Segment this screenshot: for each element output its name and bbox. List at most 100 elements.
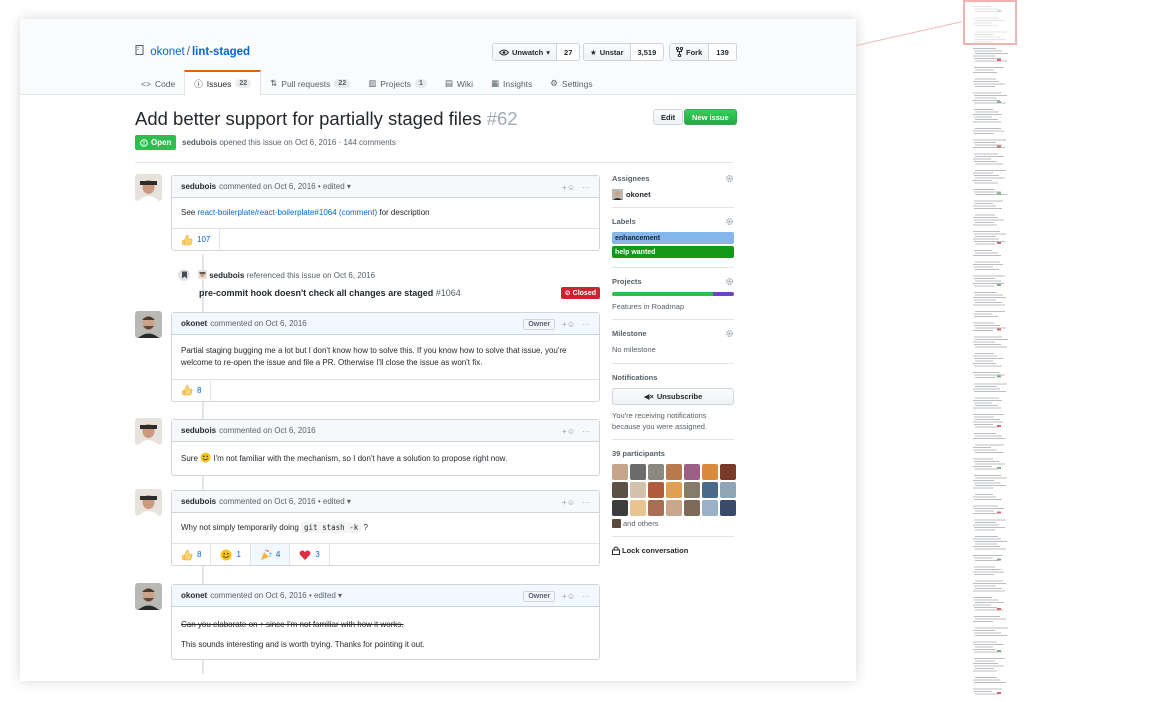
reaction-thumbs-up[interactable]: 107	[172, 229, 221, 251]
participant-avatar[interactable]	[648, 482, 664, 498]
add-reaction-icon[interactable]: +☺	[562, 320, 575, 329]
participant-avatar[interactable]	[630, 464, 646, 480]
participant-avatar[interactable]	[612, 519, 621, 529]
comment-author-link[interactable]: sedubois	[181, 497, 216, 506]
projects-heading[interactable]: Projects	[612, 277, 734, 286]
lock-conversation-link[interactable]: Lock conversation	[612, 546, 734, 556]
participant-avatar[interactable]	[702, 464, 718, 480]
issue-author-link[interactable]: sedubois	[182, 138, 217, 147]
fork-button[interactable]: Fork	[670, 44, 710, 60]
comment-meta[interactable]: commented on Oct 6, 2016	[210, 319, 307, 328]
edit-button[interactable]: Edit	[653, 109, 684, 125]
add-reaction-icon[interactable]: +☺	[562, 183, 575, 192]
participant-avatar[interactable]	[630, 500, 646, 516]
forks-count[interactable]: 139	[709, 44, 736, 60]
comment-meta[interactable]: commented on Oct 6, 2016 • edited ▾	[219, 182, 351, 191]
participant-avatar[interactable]	[684, 482, 700, 498]
comment-author-link[interactable]: okonet	[181, 319, 207, 328]
assignees-heading[interactable]: Assignees	[612, 174, 734, 183]
repo-name-link[interactable]: lint-staged	[192, 46, 250, 58]
participant-avatar[interactable]	[702, 482, 718, 498]
add-reaction-icon[interactable]: +☺	[562, 427, 575, 436]
issue-reference-link[interactable]: react-boilerplate/react-boilerplate#1064	[197, 208, 336, 217]
comment-header: sedubois commented on Oct 6, 2016 • edit…	[172, 491, 599, 513]
participant-avatar[interactable]	[702, 500, 718, 516]
reaction-thumbs-up[interactable]: 8	[172, 379, 212, 401]
project-name[interactable]: Features in Roadmap	[612, 301, 734, 312]
comment-author-link[interactable]: okonet	[181, 591, 207, 600]
reaction-smile[interactable]: 1	[211, 544, 251, 566]
minimap-viewport-indicator[interactable]	[963, 0, 1017, 45]
page-minimap[interactable]	[963, 0, 1017, 700]
tab-settings[interactable]: ⚙ Settings	[541, 70, 601, 95]
participant-avatar[interactable]	[720, 500, 736, 516]
participant-avatar[interactable]	[648, 464, 664, 480]
add-reaction-icon[interactable]: +☺	[562, 592, 575, 601]
participant-avatar[interactable]	[666, 500, 682, 516]
kebab-icon[interactable]: ···	[582, 320, 590, 329]
comment-author-link[interactable]: sedubois	[181, 426, 216, 435]
gear-icon[interactable]	[725, 277, 734, 286]
tab-wiki[interactable]: ▤ Wiki	[436, 70, 482, 95]
avatar-okonet[interactable]	[135, 583, 162, 610]
kebab-icon[interactable]: ···	[582, 498, 590, 507]
participant-avatar[interactable]	[612, 482, 628, 498]
reference-author-link[interactable]: sedubois	[209, 271, 244, 280]
label-help-wanted[interactable]: help wanted	[612, 246, 734, 258]
add-reaction-icon[interactable]: +☺	[562, 498, 575, 507]
participant-avatar[interactable]	[684, 500, 700, 516]
avatar-sedubois-small[interactable]	[198, 270, 207, 279]
reference-title-text[interactable]: pre-commit hook doesn't check all change…	[199, 288, 433, 298]
labels-heading[interactable]: Labels	[612, 217, 734, 226]
gear-icon[interactable]	[725, 174, 734, 183]
tab-projects[interactable]: ▥ Projects 1	[359, 70, 436, 95]
participants-more[interactable]: and others	[612, 518, 734, 529]
unsubscribe-button[interactable]: ◀× Unsubscribe	[612, 387, 734, 405]
reaction-thumbs-up[interactable]: 8	[172, 544, 212, 566]
participant-avatar[interactable]	[612, 500, 628, 516]
repo-owner-link[interactable]: okonet	[150, 46, 185, 58]
participant-avatar[interactable]	[720, 464, 736, 480]
git-pull-request-icon: ⇅	[270, 78, 278, 88]
avatar-sedubois[interactable]	[135, 489, 162, 516]
participant-avatar[interactable]	[630, 482, 646, 498]
tab-insights[interactable]: ▦ Insights	[482, 70, 541, 95]
new-issue-button[interactable]: New issue	[684, 109, 737, 125]
participant-avatar[interactable]	[612, 464, 628, 480]
watchers-count[interactable]: 27	[557, 44, 579, 60]
avatar-sedubois[interactable]	[135, 418, 162, 445]
reaction-count: 107	[197, 235, 211, 245]
repo-title: okonet / lint-staged	[135, 45, 250, 58]
reference-meta: sedubois referenced this issue on Oct 6,…	[198, 270, 375, 280]
tab-pull-requests[interactable]: ⇅ Pull requests 22	[261, 70, 359, 95]
gear-icon[interactable]	[725, 329, 734, 338]
kebab-icon[interactable]: ···	[582, 592, 590, 601]
tab-code[interactable]: <> Code	[132, 70, 184, 95]
comment-meta[interactable]: commented on Oct 6, 2016	[219, 426, 316, 435]
unwatch-button[interactable]: Unwatch ▾	[493, 44, 558, 60]
kebab-icon[interactable]: ···	[582, 183, 590, 192]
participant-avatar[interactable]	[666, 464, 682, 480]
reference-title[interactable]: pre-commit hook doesn't check all change…	[199, 288, 461, 298]
comment-meta[interactable]: commented on Oct 6, 2016 • edited ▾	[219, 497, 351, 506]
tab-issues[interactable]: ⓘ Issues 22	[184, 70, 262, 96]
kebab-icon[interactable]: ···	[582, 427, 590, 436]
gear-icon[interactable]	[725, 217, 734, 226]
participant-avatar[interactable]	[684, 464, 700, 480]
participant-avatar[interactable]	[666, 482, 682, 498]
unstar-button[interactable]: ★ Unstar	[584, 44, 631, 60]
reference-number[interactable]: #1064	[436, 288, 461, 298]
avatar-sedubois[interactable]	[135, 174, 162, 201]
avatar-okonet[interactable]	[135, 311, 162, 338]
milestone-heading[interactable]: Milestone	[612, 329, 734, 338]
comment-author-link[interactable]: sedubois	[181, 182, 216, 191]
participant-avatar[interactable]	[720, 482, 736, 498]
label-enhancement[interactable]: enhancement	[612, 232, 734, 244]
comment-meta[interactable]: commented on Oct 6, 2016 • edited ▾	[210, 591, 342, 600]
assignee-okonet[interactable]: okonet	[612, 189, 734, 200]
comment-link[interactable]: (comment)	[339, 208, 377, 217]
participant-avatar[interactable]	[648, 500, 664, 516]
stars-count[interactable]: 3,519	[631, 44, 664, 60]
reaction-heart[interactable]: 3	[290, 544, 330, 566]
reaction-tada[interactable]: 4	[250, 544, 291, 566]
